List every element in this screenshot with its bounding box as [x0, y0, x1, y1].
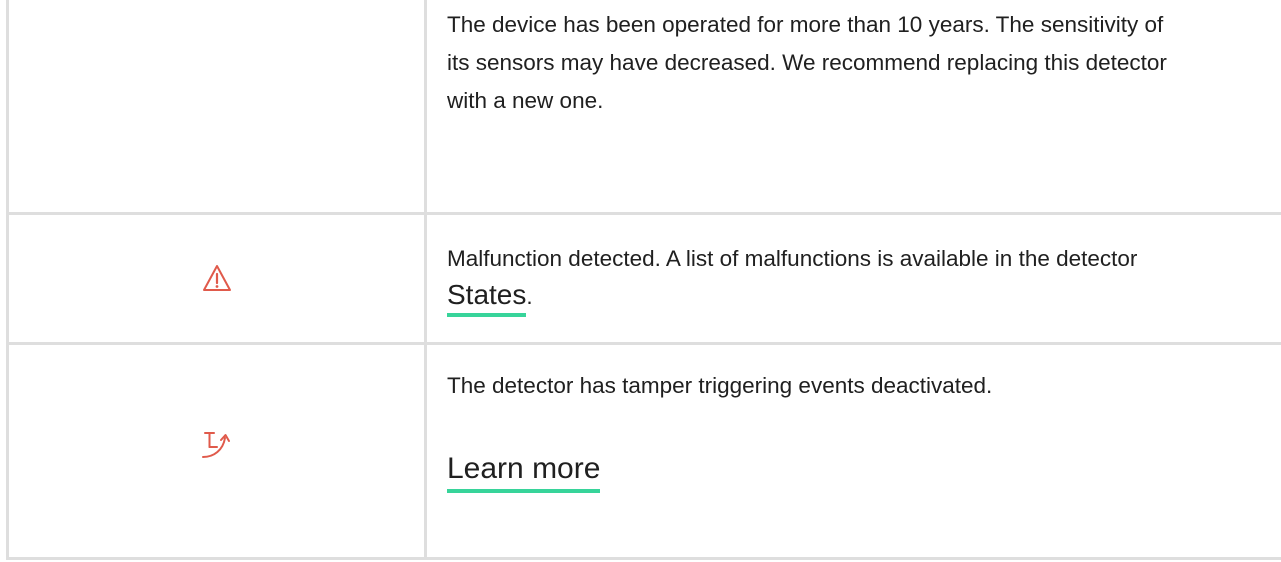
description-cell: Malfunction detected. A list of malfunct… [447, 215, 1269, 345]
description-cell: The device has been operated for more th… [447, 0, 1269, 214]
column-divider [424, 215, 427, 345]
table-row: The device has been operated for more th… [9, 0, 1281, 214]
description-text: The detector has tamper triggering event… [447, 373, 993, 398]
tamper-off-icon [201, 432, 230, 458]
table-row: The detector has tamper triggering event… [9, 342, 1281, 560]
description-text: The device has been operated for more th… [447, 12, 1167, 113]
learn-more-link[interactable]: Learn more [447, 452, 601, 493]
description-text-end: . [526, 284, 533, 309]
description-cell: The detector has tamper triggering event… [447, 345, 1269, 560]
icon-cell [9, 215, 424, 345]
status-table: The device has been operated for more th… [6, 0, 1281, 560]
warning-triangle-icon [202, 265, 231, 291]
states-link[interactable]: States [447, 279, 527, 317]
column-divider [424, 0, 427, 214]
description-text: Malfunction detected. A list of malfunct… [447, 240, 1227, 317]
icon-cell [9, 0, 424, 214]
table-row: Malfunction detected. A list of malfunct… [9, 212, 1281, 345]
column-divider [424, 345, 427, 560]
description-text-start: Malfunction detected. A list of malfunct… [447, 246, 1138, 271]
icon-cell [9, 345, 424, 560]
